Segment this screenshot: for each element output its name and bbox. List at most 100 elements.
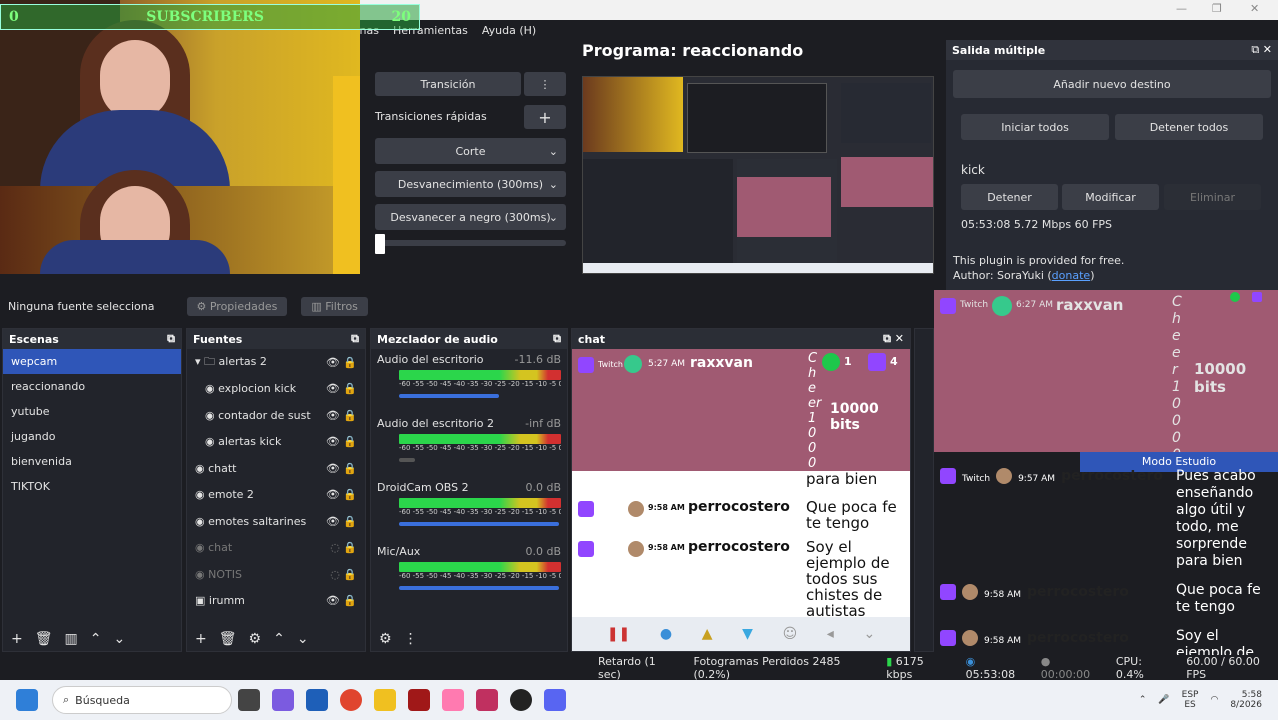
quick-transition-fade-black[interactable]: Desvanecer a negro (300ms) ⌄	[375, 204, 566, 230]
stop-target-button[interactable]: Detener	[961, 184, 1058, 210]
eye-icon[interactable]: 👁 🔒	[326, 409, 357, 422]
eye-off-icon[interactable]: ◌ 🔒	[330, 541, 357, 554]
mute-icon[interactable]: ◂	[827, 626, 834, 642]
scene-item[interactable]: TIKTOK	[3, 474, 181, 499]
volume-slider[interactable]	[399, 458, 415, 462]
chat-bubble-icon[interactable]: ●	[660, 626, 672, 642]
task-view-icon[interactable]	[238, 689, 260, 711]
stop-all-button[interactable]: Detener todos	[1115, 114, 1263, 140]
source-item[interactable]: ◉ chat ◌ 🔒	[187, 535, 365, 562]
undock-icon[interactable]: ⧉	[553, 332, 561, 346]
source-item[interactable]: ◉ explocion kick 👁 🔒	[187, 376, 365, 403]
app-icon[interactable]	[442, 689, 464, 711]
eye-icon[interactable]: 👁 🔒	[326, 435, 357, 448]
plugin-free-text: This plugin is provided for free.	[953, 254, 1125, 267]
scene-item[interactable]: yutube	[3, 399, 181, 424]
gear-icon[interactable]: ⚙	[379, 631, 392, 647]
app-icon[interactable]	[408, 689, 430, 711]
add-icon[interactable]: +	[11, 631, 23, 647]
pause-icon[interactable]: ❚❚	[607, 626, 630, 642]
move-down-icon[interactable]: ⌄	[113, 631, 125, 647]
tbar-slider-track[interactable]	[375, 240, 566, 246]
source-item[interactable]: ◉ emotes saltarines 👁 🔒	[187, 508, 365, 535]
source-item[interactable]: ▾ 🗀 alertas 2 👁 🔒	[187, 349, 365, 376]
transition-button[interactable]: Transición	[375, 72, 521, 96]
app-icon[interactable]	[476, 689, 498, 711]
chevron-down-icon: ⌄	[548, 210, 558, 224]
chevron-up-icon[interactable]: ⌃	[1139, 695, 1147, 705]
obs-icon[interactable]	[510, 689, 532, 711]
source-item[interactable]: ◉ emote 2 👁 🔒	[187, 482, 365, 509]
dropped-frames: Fotogramas Perdidos 2485 (0.2%)	[693, 654, 841, 681]
scene-item[interactable]: reaccionando	[3, 374, 181, 399]
filters-button[interactable]: ▥ Filtros	[301, 296, 368, 316]
quick-transition-cut[interactable]: Corte ⌄	[375, 138, 566, 164]
chrome-icon[interactable]	[340, 689, 362, 711]
minimize-icon[interactable]: —	[1176, 2, 1187, 15]
scroll-down-icon[interactable]: ⌄	[863, 626, 875, 642]
language-indicator[interactable]: ESP ES	[1182, 690, 1199, 710]
trash-icon[interactable]: 🗑	[219, 631, 237, 647]
emote-icon[interactable]: ☺	[783, 626, 798, 642]
add-quick-transition-button[interactable]: +	[524, 105, 566, 129]
eye-icon[interactable]: 👁 🔒	[326, 488, 357, 501]
bell-icon[interactable]: ▲	[702, 626, 713, 642]
source-item[interactable]: ▣ irumm 👁 🔒	[187, 588, 365, 615]
scene-item[interactable]: bienvenida	[3, 449, 181, 474]
folder-icon[interactable]	[374, 689, 396, 711]
transition-menu-button[interactable]: ⋮	[524, 72, 566, 96]
undock-icon[interactable]: ⧉	[351, 332, 359, 346]
quick-transition-fade[interactable]: Desvanecimiento (300ms) ⌄	[375, 171, 566, 197]
eye-icon[interactable]: 👁 🔒	[326, 594, 357, 607]
move-down-icon[interactable]: ⌄	[297, 631, 309, 647]
teams-icon[interactable]	[272, 689, 294, 711]
taskbar-search[interactable]: ⌕ Búsqueda	[52, 686, 232, 714]
donate-link[interactable]: donate	[1052, 269, 1091, 282]
volume-slider[interactable]	[399, 394, 499, 398]
add-destination-button[interactable]: Añadir nuevo destino	[953, 70, 1271, 98]
delete-target-button[interactable]: Eliminar	[1164, 184, 1261, 210]
tbar-slider-handle[interactable]	[375, 234, 385, 254]
source-label: ◉ contador de sust	[205, 408, 311, 422]
close-icon[interactable]: ✕	[1250, 2, 1259, 15]
taskbar-clock[interactable]: 5:58 8/2026	[1230, 690, 1262, 710]
eye-icon[interactable]: 👁 🔒	[326, 356, 357, 369]
volume-slider[interactable]	[399, 522, 559, 526]
move-up-icon[interactable]: ⌃	[273, 631, 285, 647]
mic-icon[interactable]: 🎤	[1158, 695, 1169, 705]
scene-item[interactable]: jugando	[3, 424, 181, 449]
eye-icon[interactable]: 👁 🔒	[326, 515, 357, 528]
trash-icon[interactable]: 🗑	[35, 631, 53, 647]
move-up-icon[interactable]: ⌃	[90, 631, 102, 647]
volume-slider[interactable]	[399, 586, 559, 590]
menu-icon[interactable]: ⋮	[404, 631, 418, 647]
properties-button[interactable]: ⚙ Propiedades	[186, 296, 288, 316]
source-item[interactable]: ◉ NOTIS ◌ 🔒	[187, 561, 365, 588]
store-icon[interactable]	[306, 689, 328, 711]
discord-icon[interactable]	[544, 689, 566, 711]
undock-icon[interactable]: ⧉ ✕	[1251, 43, 1272, 57]
volume-meter	[399, 562, 561, 572]
eye-icon[interactable]: 👁 🔒	[326, 462, 357, 475]
menu-help[interactable]: Ayuda (H)	[482, 24, 536, 37]
windows-start-icon[interactable]	[16, 689, 38, 711]
filter-icon[interactable]: ▼	[742, 626, 753, 642]
undock-icon[interactable]: ⧉ ✕	[883, 332, 904, 346]
track-name: Mic/Aux	[377, 545, 421, 558]
gear-icon[interactable]: ⚙	[249, 631, 262, 647]
source-label: ▣ irumm	[195, 594, 245, 608]
wifi-icon[interactable]: ◠	[1210, 695, 1218, 705]
undock-icon[interactable]: ⧉	[167, 332, 175, 346]
filter-icon[interactable]: ▥	[65, 631, 78, 647]
source-item[interactable]: ◉ contador de sust 👁 🔒	[187, 402, 365, 429]
modify-target-button[interactable]: Modificar	[1062, 184, 1159, 210]
add-icon[interactable]: +	[195, 631, 207, 647]
scene-item[interactable]: wepcam	[3, 349, 181, 374]
start-all-button[interactable]: Iniciar todos	[961, 114, 1109, 140]
platform-label: Twitch	[960, 300, 989, 310]
eye-icon[interactable]: 👁 🔒	[326, 382, 357, 395]
source-item[interactable]: ◉ chatt 👁 🔒	[187, 455, 365, 482]
source-item[interactable]: ◉ alertas kick 👁 🔒	[187, 429, 365, 456]
maximize-icon[interactable]: ❐	[1212, 2, 1222, 15]
eye-off-icon[interactable]: ◌ 🔒	[330, 568, 357, 581]
